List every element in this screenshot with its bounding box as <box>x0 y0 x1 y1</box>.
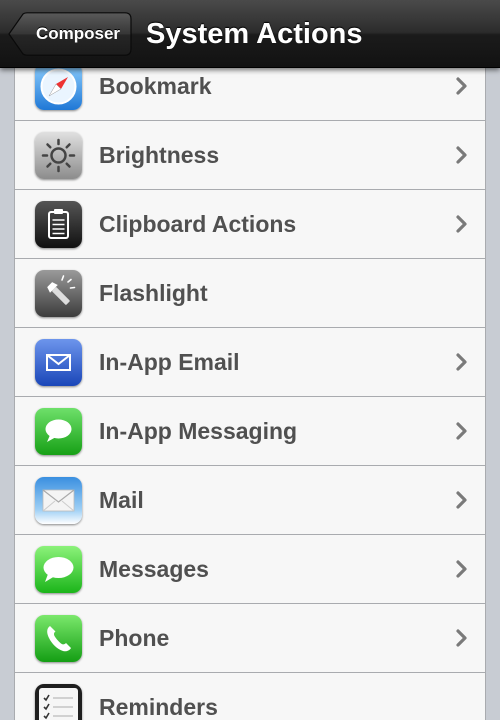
list-item-label: Mail <box>99 487 144 513</box>
reminders-icon <box>35 684 82 720</box>
list-item-reminders[interactable]: Reminders <box>15 673 485 720</box>
navigation-bar: Composer System Actions <box>0 0 500 68</box>
flashlight-icon <box>35 270 82 317</box>
list-item-in-app-email[interactable]: In-App Email <box>15 328 485 397</box>
chevron-right-icon <box>456 146 467 164</box>
clipboard-icon <box>35 201 82 248</box>
messages-icon <box>35 546 82 593</box>
list-item-mail[interactable]: Mail <box>15 466 485 535</box>
list-item-flashlight[interactable]: Flashlight <box>15 259 485 328</box>
chevron-right-icon <box>456 422 467 440</box>
list-item-messages[interactable]: Messages <box>15 535 485 604</box>
chevron-right-icon <box>456 629 467 647</box>
chevron-right-icon <box>456 491 467 509</box>
list-item-label: In-App Email <box>99 349 240 375</box>
list-item-label: Brightness <box>99 142 220 168</box>
list-item-label: In-App Messaging <box>99 418 298 444</box>
chevron-right-icon <box>456 353 467 371</box>
list-item-label: Phone <box>99 625 170 651</box>
email-envelope-icon <box>35 339 82 386</box>
page-title: System Actions <box>146 18 363 50</box>
list-item-label: Messages <box>99 556 209 582</box>
safari-compass-icon <box>35 63 82 110</box>
chevron-right-icon <box>456 215 467 233</box>
list-item-brightness[interactable]: Brightness <box>15 121 485 190</box>
list-item-label: Clipboard Actions <box>99 211 297 237</box>
brightness-sun-icon <box>35 132 82 179</box>
back-button-label: Composer <box>35 24 121 43</box>
messaging-bubble-icon <box>35 408 82 455</box>
chevron-right-icon <box>456 560 467 578</box>
list-item-label: Reminders <box>99 694 218 720</box>
list-item-label: Flashlight <box>99 280 208 306</box>
back-button[interactable]: Composer <box>8 12 132 56</box>
phone-icon <box>35 615 82 662</box>
mail-icon <box>35 477 82 524</box>
list-item-phone[interactable]: Phone <box>15 604 485 673</box>
list-item-clipboard-actions[interactable]: Clipboard Actions <box>15 190 485 259</box>
actions-list: Bookmark Brightness Clipboard Actions Fl… <box>14 52 486 720</box>
list-item-in-app-messaging[interactable]: In-App Messaging <box>15 397 485 466</box>
chevron-right-icon <box>456 77 467 95</box>
